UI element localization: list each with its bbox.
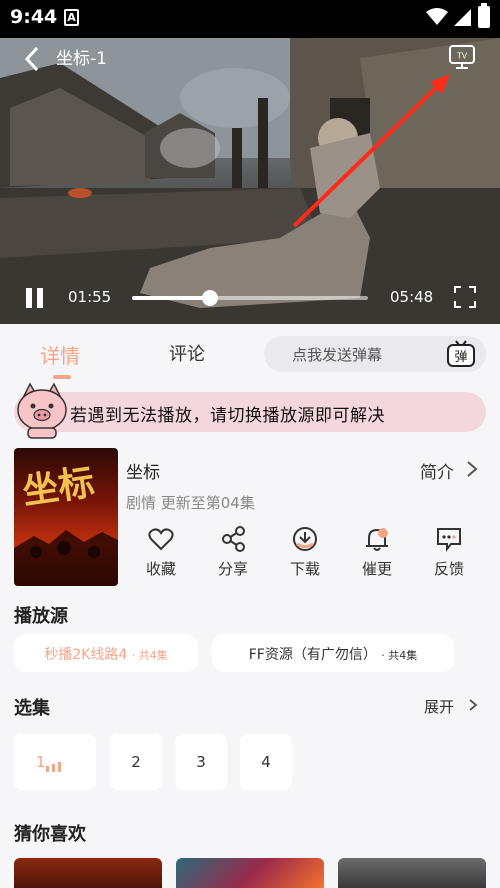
episode-item[interactable]: 2 xyxy=(110,734,162,790)
back-icon[interactable] xyxy=(18,44,48,74)
bell-icon xyxy=(366,528,388,551)
tv-cast-icon[interactable]: TV xyxy=(448,44,476,70)
source-name: FF资源（有广勿信） xyxy=(248,647,377,663)
episode-number: 1 xyxy=(36,753,46,771)
recommend-title: 猜你喜欢 xyxy=(14,824,86,845)
video-title: 坐标-1 xyxy=(56,49,107,69)
danmaku-input[interactable]: 点我发送弹幕 弹 xyxy=(264,336,486,372)
wifi-icon xyxy=(426,8,448,25)
intro-link[interactable]: 简介 xyxy=(420,458,454,483)
notification-a-icon: A xyxy=(64,9,79,26)
recommend-card[interactable] xyxy=(14,858,162,888)
recommend-card[interactable] xyxy=(176,858,324,888)
show-meta: 剧情 更新至第04集 xyxy=(126,494,255,512)
status-bar: 9:44 A xyxy=(0,0,500,38)
pig-mascot-icon xyxy=(17,382,67,439)
share-label: 分享 xyxy=(217,560,248,578)
status-time: 9:44 xyxy=(10,6,58,28)
poster-title: 坐标 xyxy=(19,461,98,513)
notice-banner: 若遇到无法播放，请切换播放源即可解决 xyxy=(14,392,486,432)
tab-details[interactable]: 详情 xyxy=(40,340,80,369)
episode-item[interactable]: 1 xyxy=(14,734,96,790)
player-controls: 01:55 05:48 xyxy=(0,278,500,318)
source-count: · 共4集 xyxy=(381,649,418,662)
favorite-button[interactable]: 收藏 xyxy=(136,526,186,584)
duration-time: 05:48 xyxy=(390,288,434,306)
detail-sheet: 详情 评论 点我发送弹幕 弹 若遇到无法播放，请切换播放源即可解决 坐标 坐标 … xyxy=(0,324,500,888)
notice-text: 若遇到无法播放，请切换播放源即可解决 xyxy=(70,406,385,426)
pause-icon[interactable] xyxy=(24,288,46,308)
signal-icon xyxy=(454,9,471,26)
sources-title: 播放源 xyxy=(14,606,68,627)
show-title: 坐标 xyxy=(126,463,160,483)
favorite-label: 收藏 xyxy=(145,560,176,578)
urge-update-button[interactable]: 催更 xyxy=(352,526,402,584)
danmaku-toggle-icon[interactable]: 弹 xyxy=(446,339,476,369)
playing-indicator-icon xyxy=(46,762,61,772)
show-poster[interactable]: 坐标 xyxy=(14,448,118,586)
feedback-icon xyxy=(437,528,461,552)
share-icon xyxy=(222,526,245,552)
expand-episodes[interactable]: 展开 xyxy=(424,696,454,717)
heart-icon xyxy=(148,528,174,551)
episode-item[interactable]: 3 xyxy=(175,734,227,790)
video-player[interactable]: 坐标-1 TV 01:55 05:48 xyxy=(0,38,500,324)
danmaku-placeholder: 点我发送弹幕 xyxy=(292,346,383,364)
danmaku-icon-text: 弹 xyxy=(454,350,467,365)
svg-text:TV: TV xyxy=(457,52,468,61)
fullscreen-icon[interactable] xyxy=(454,286,476,308)
current-time: 01:55 xyxy=(68,288,112,306)
download-label: 下载 xyxy=(289,560,320,578)
source-count: · 共4集 xyxy=(131,649,168,662)
episode-item[interactable]: 4 xyxy=(240,734,292,790)
download-icon xyxy=(293,527,317,551)
active-tab-indicator xyxy=(53,375,71,379)
poster-art xyxy=(14,530,118,586)
progress-bar[interactable] xyxy=(132,290,368,306)
chevron-right-icon[interactable] xyxy=(468,698,478,712)
progress-knob[interactable] xyxy=(201,290,218,306)
source-chip-2[interactable]: FF资源（有广勿信） · 共4集 xyxy=(212,634,454,672)
progress-fill xyxy=(132,296,210,300)
chevron-right-icon[interactable] xyxy=(466,460,478,478)
feedback-label: 反馈 xyxy=(433,560,464,578)
source-chip-1[interactable]: 秒播2K线路4 · 共4集 xyxy=(14,634,198,672)
share-button[interactable]: 分享 xyxy=(208,526,258,584)
download-button[interactable]: 下载 xyxy=(280,526,330,584)
tab-comments[interactable]: 评论 xyxy=(169,340,205,366)
annotation-arrow xyxy=(292,74,450,228)
battery-icon xyxy=(478,3,490,28)
urge-update-label: 催更 xyxy=(361,560,392,578)
recommend-card[interactable] xyxy=(338,858,486,888)
source-name: 秒播2K线路4 xyxy=(44,647,128,663)
episodes-title: 选集 xyxy=(14,698,50,719)
feedback-button[interactable]: 反馈 xyxy=(424,526,474,584)
